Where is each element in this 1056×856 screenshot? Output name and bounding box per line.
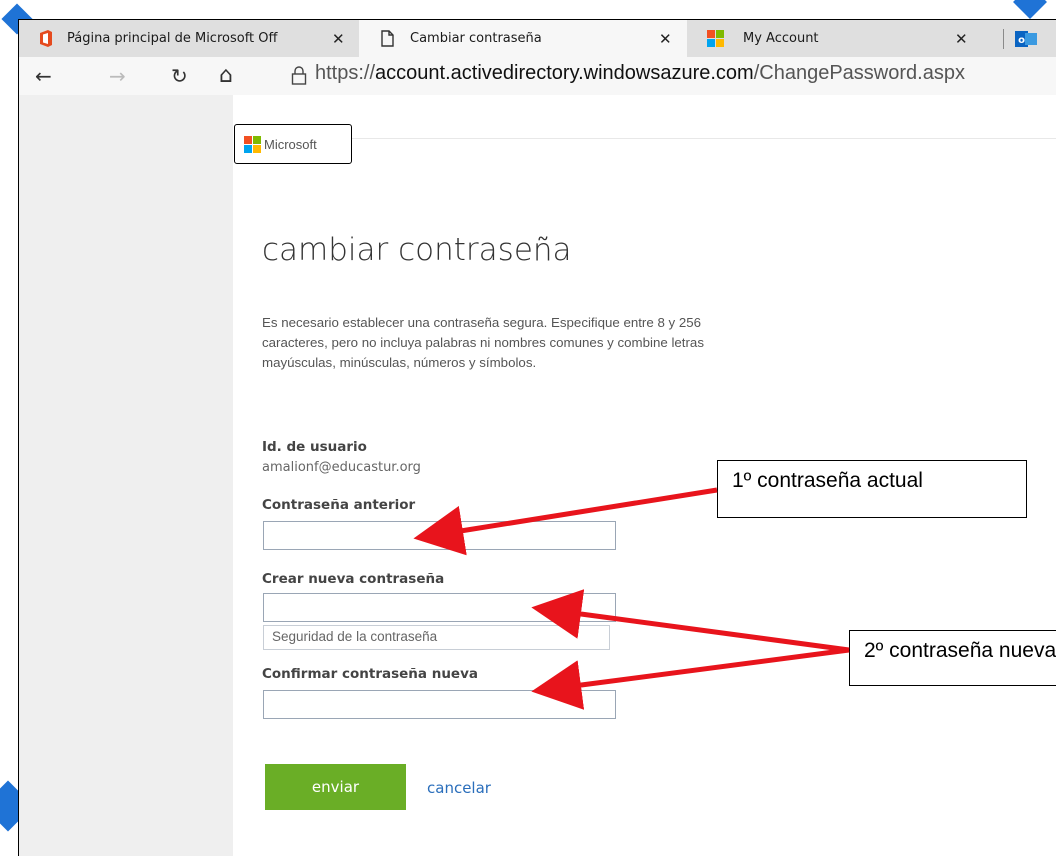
arrow-to-old-password [413,487,718,556]
annotation-arrows [413,487,850,710]
screenshot: Página principal de Microsoft Off ✕ Camb… [0,0,1056,856]
arrow-to-confirm-password [531,647,850,710]
arrow-to-new-password [531,589,850,653]
